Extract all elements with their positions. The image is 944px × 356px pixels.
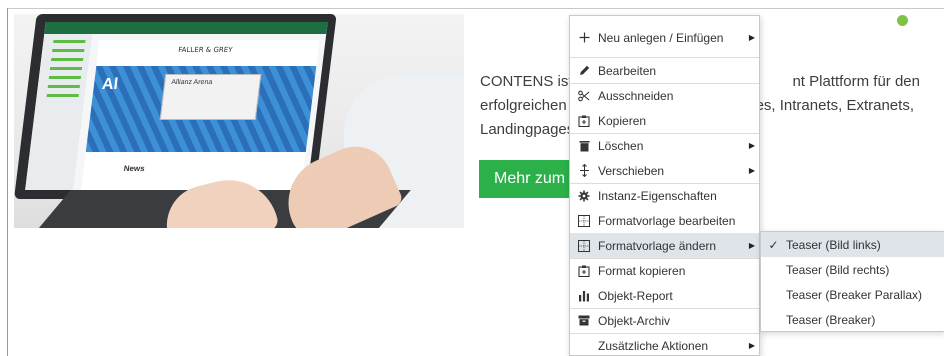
screen-dialog-title: Allianz Arena xyxy=(170,79,213,86)
submenu-item-teaser-bild-rechts[interactable]: Teaser (Bild rechts) xyxy=(761,257,944,282)
gear-icon xyxy=(570,190,598,202)
menu-item-label: Instanz-Eigenschaften xyxy=(598,188,717,203)
formatvorlage-submenu: ✓ Teaser (Bild links) Teaser (Bild recht… xyxy=(760,231,944,332)
teaser-image: FALLER & GREY Al Allianz Arena News xyxy=(14,14,464,228)
menu-item-label: Bearbeiten xyxy=(598,63,657,78)
bar-chart-icon xyxy=(570,290,598,302)
teaser-text-line1-right: nt Plattform für den xyxy=(792,73,920,90)
scissors-icon xyxy=(570,90,598,102)
status-indicator xyxy=(897,15,908,26)
archive-icon xyxy=(570,315,598,326)
submenu-item-label: Teaser (Bild rechts) xyxy=(786,262,890,277)
screen-dialog: Allianz Arena xyxy=(159,74,262,120)
context-menu: Neu anlegen / Einfügen ▶ Bearbeiten Auss… xyxy=(569,15,760,356)
submenu-item-teaser-bild-links[interactable]: ✓ Teaser (Bild links) xyxy=(761,232,944,257)
screen-sidebar xyxy=(25,34,93,190)
menu-item-ausschneiden[interactable]: Ausschneiden xyxy=(570,83,759,108)
menu-item-instanz-eigenschaften[interactable]: Instanz-Eigenschaften xyxy=(570,183,759,208)
menu-item-label: Zusätzliche Aktionen xyxy=(598,338,709,353)
chevron-right-icon: ▶ xyxy=(748,341,756,350)
copy-icon xyxy=(570,265,598,277)
menu-item-label: Objekt-Report xyxy=(598,288,673,303)
chevron-right-icon: ▶ xyxy=(748,33,756,42)
trash-icon xyxy=(570,140,598,152)
submenu-item-teaser-breaker[interactable]: Teaser (Breaker) xyxy=(761,307,944,332)
submenu-item-label: Teaser (Breaker Parallax) xyxy=(786,287,923,302)
move-icon xyxy=(570,164,598,177)
menu-item-loeschen[interactable]: Löschen ▶ xyxy=(570,133,759,158)
submenu-item-teaser-breaker-parallax[interactable]: Teaser (Breaker Parallax) xyxy=(761,282,944,307)
menu-item-label: Objekt-Archiv xyxy=(598,313,671,328)
menu-item-label: Kopieren xyxy=(598,113,647,128)
pencil-icon xyxy=(570,65,598,76)
menu-item-label: Neu anlegen / Einfügen xyxy=(598,30,724,45)
menu-item-label: Format kopieren xyxy=(598,263,686,278)
menu-item-format-kopieren[interactable]: Format kopieren xyxy=(570,258,759,283)
laptop-graphic: FALLER & GREY Al Allianz Arena News xyxy=(14,14,337,199)
menu-item-neu-anlegen[interactable]: Neu anlegen / Einfügen ▶ xyxy=(570,25,759,50)
screen-hero-title: Al xyxy=(101,76,120,93)
frame-left-border xyxy=(7,8,8,356)
chevron-right-icon: ▶ xyxy=(748,241,756,250)
menu-item-objekt-archiv[interactable]: Objekt-Archiv xyxy=(570,308,759,333)
menu-item-label: Löschen xyxy=(598,138,644,153)
submenu-item-label: Teaser (Breaker) xyxy=(786,312,876,327)
menu-item-label: Formatvorlage ändern xyxy=(598,238,717,253)
layout-icon xyxy=(570,239,598,252)
checkmark-icon: ✓ xyxy=(768,237,779,252)
chevron-right-icon: ▶ xyxy=(748,141,756,150)
menu-item-label: Formatvorlage bearbeiten xyxy=(598,213,736,228)
screen-toolbar xyxy=(44,22,328,34)
teaser-text-line2-right: sites, Intranets, Extranets, xyxy=(740,97,914,114)
screen-page: FALLER & GREY Al Allianz Arena News xyxy=(81,40,320,190)
copy-icon xyxy=(570,115,598,127)
screen-news-heading: News xyxy=(123,164,146,173)
teaser-text-line2-left: erfolgreichen B xyxy=(480,97,581,114)
frame-top-border xyxy=(7,8,944,9)
submenu-item-label: Teaser (Bild links) xyxy=(786,237,881,252)
layout-icon xyxy=(570,214,598,227)
menu-item-label: Ausschneiden xyxy=(598,88,674,103)
menu-item-zusaetzliche-aktionen[interactable]: Zusätzliche Aktionen ▶ xyxy=(570,333,759,356)
menu-item-verschieben[interactable]: Verschieben ▶ xyxy=(570,158,759,183)
plus-icon xyxy=(570,32,598,43)
menu-item-kopieren[interactable]: Kopieren xyxy=(570,108,759,133)
menu-item-bearbeiten[interactable]: Bearbeiten xyxy=(570,58,759,83)
screen-logo: FALLER & GREY xyxy=(177,46,233,54)
chevron-right-icon: ▶ xyxy=(748,166,756,175)
menu-item-objekt-report[interactable]: Objekt-Report xyxy=(570,283,759,308)
menu-item-label: Verschieben xyxy=(598,163,665,178)
menu-item-formatvorlage-aendern[interactable]: Formatvorlage ändern ▶ xyxy=(570,233,759,258)
menu-item-formatvorlage-bearbeiten[interactable]: Formatvorlage bearbeiten xyxy=(570,208,759,233)
laptop-screen: FALLER & GREY Al Allianz Arena News xyxy=(25,22,328,190)
